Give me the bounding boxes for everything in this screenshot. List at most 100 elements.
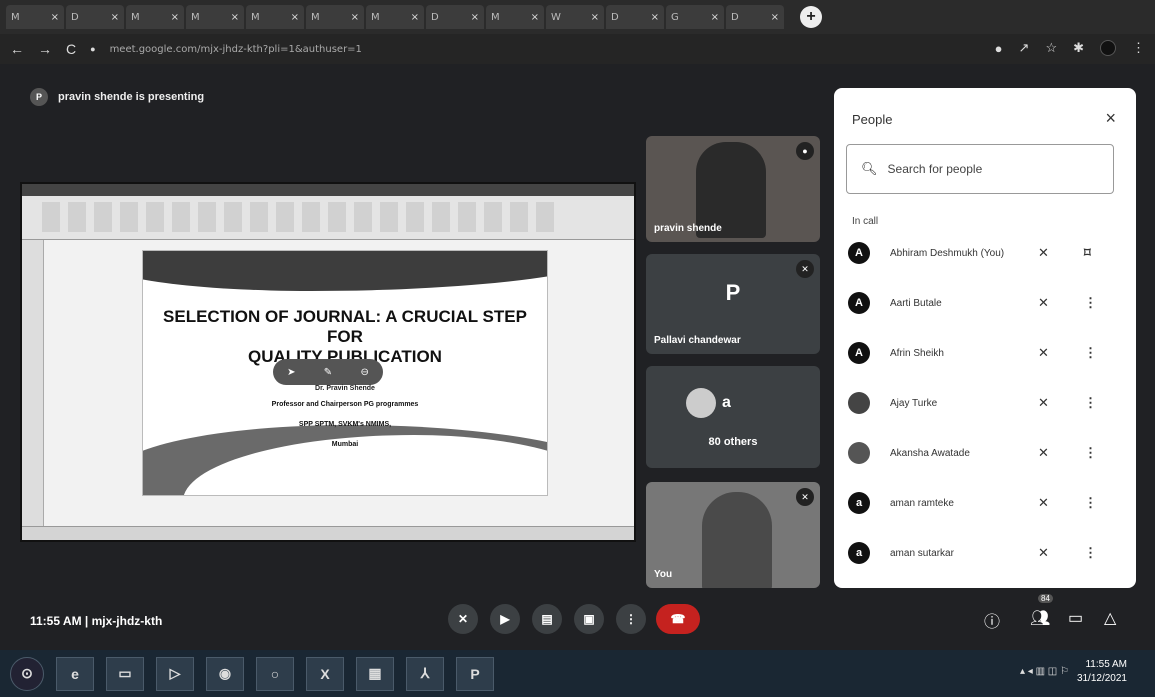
participant-row[interactable]: A Abhiram Deshmukh (You) ✕ ⌑: [848, 236, 1124, 270]
camera-toggle-button[interactable]: ▶: [490, 604, 520, 634]
more-options-icon[interactable]: ⋮: [1084, 545, 1097, 561]
menu-icon[interactable]: ⋮: [1132, 40, 1145, 56]
clock-date: 31/12/2021: [1076, 673, 1127, 684]
participant-row[interactable]: Akansha Awatade ✕ ⋮: [848, 436, 1124, 470]
participant-row[interactable]: a aman sutarkar ✕ ⋮: [848, 536, 1124, 570]
more-options-button[interactable]: ⋮: [616, 604, 646, 634]
participant-name: Afrin Sheikh: [890, 347, 944, 359]
close-tab-icon[interactable]: ×: [531, 12, 539, 23]
close-tab-icon[interactable]: ×: [51, 12, 59, 23]
excel-icon[interactable]: X: [306, 656, 344, 691]
chrome-icon[interactable]: ◉: [206, 656, 244, 691]
close-tab-icon[interactable]: ×: [711, 12, 719, 23]
activities-icon[interactable]: △: [1104, 608, 1116, 628]
more-options-icon[interactable]: ⋮: [1084, 295, 1097, 311]
leave-call-button[interactable]: ☎: [656, 604, 700, 634]
more-options-icon[interactable]: ⋮: [1084, 395, 1097, 411]
pointer-icon[interactable]: ➤: [287, 367, 295, 378]
browser-tab[interactable]: M ×: [186, 5, 244, 29]
close-tab-icon[interactable]: ×: [591, 12, 599, 23]
close-tab-icon[interactable]: ×: [171, 12, 179, 23]
info-icon[interactable]: ⓘ: [984, 608, 1000, 632]
self-label: You: [654, 569, 673, 580]
tab-label: D: [431, 11, 439, 23]
browser-tab[interactable]: M ×: [126, 5, 184, 29]
participant-row[interactable]: a aman ramteke ✕ ⋮: [848, 486, 1124, 520]
system-tray: ▴ ◂ ▥ ◫ ⚐: [1019, 666, 1069, 677]
browser-tab[interactable]: D ×: [66, 5, 124, 29]
mic-off-icon: ✕: [1038, 295, 1049, 310]
tab-label: M: [131, 11, 140, 23]
presenter-avatar: P: [30, 88, 48, 106]
browser-tab[interactable]: D ×: [426, 5, 484, 29]
present-button[interactable]: ▣: [574, 604, 604, 634]
tab-label: D: [611, 11, 619, 23]
participant-row[interactable]: A Afrin Sheikh ✕ ⋮: [848, 336, 1124, 370]
more-options-icon[interactable]: ⋮: [1084, 345, 1097, 361]
close-tab-icon[interactable]: ×: [291, 12, 299, 23]
close-tab-icon[interactable]: ×: [411, 12, 419, 23]
url-field[interactable]: meet.google.com/mjx-jhdz-kth?pli=1&authu…: [110, 44, 362, 55]
close-tab-icon[interactable]: ×: [651, 12, 659, 23]
participant-name: pravin shende: [654, 223, 722, 234]
browser-tab[interactable]: W ×: [546, 5, 604, 29]
people-search-input[interactable]: 🔍︎ Search for people: [846, 144, 1114, 194]
powerpoint-icon[interactable]: P: [456, 656, 494, 691]
participant-row[interactable]: Ajay Turke ✕ ⋮: [848, 386, 1124, 420]
stop-icon[interactable]: ⊖: [360, 367, 368, 378]
browser-tab[interactable]: M ×: [6, 5, 64, 29]
close-tab-icon[interactable]: ×: [771, 12, 779, 23]
share-icon[interactable]: ↗: [1019, 40, 1030, 56]
opera-icon[interactable]: ○: [256, 656, 294, 691]
people-icon[interactable]: 👥︎: [1030, 608, 1050, 628]
pen-icon[interactable]: ✎: [324, 367, 332, 378]
avatar: a: [848, 492, 870, 514]
slide-title-line1: SELECTION OF JOURNAL: A CRUCIAL STEP FOR: [163, 307, 527, 346]
close-panel-button[interactable]: ×: [1105, 108, 1116, 129]
acrobat-icon[interactable]: ⅄: [406, 656, 444, 691]
panel-title: People: [852, 112, 893, 127]
captions-button[interactable]: ▤: [532, 604, 562, 634]
participant-tile[interactable]: ● pravin shende: [646, 136, 820, 242]
slide-line-1: Professor and Chairperson PG programmes: [271, 401, 419, 408]
reload-button[interactable]: C: [66, 41, 76, 57]
browser-tab[interactable]: D ×: [606, 5, 664, 29]
browser-tab[interactable]: D ×: [726, 5, 784, 29]
more-options-icon[interactable]: ⋮: [1084, 445, 1097, 461]
close-tab-icon[interactable]: ×: [111, 12, 119, 23]
ie-icon[interactable]: e: [56, 656, 94, 691]
media-player-icon[interactable]: ▷: [156, 656, 194, 691]
close-tab-icon[interactable]: ×: [351, 12, 359, 23]
participant-tile[interactable]: ✕ P Pallavi chandewar: [646, 254, 820, 354]
more-options-icon[interactable]: ⋮: [1084, 495, 1097, 511]
avatar: A: [848, 292, 870, 314]
browser-tab[interactable]: G ×: [666, 5, 724, 29]
browser-tab[interactable]: M ×: [306, 5, 364, 29]
forward-button[interactable]: →: [38, 41, 52, 57]
meeting-info: 11:55 AM | mjx-jhdz-kth: [30, 614, 163, 628]
mic-toggle-button[interactable]: ✕: [448, 604, 478, 634]
browser-tab[interactable]: M ×: [486, 5, 544, 29]
self-tile[interactable]: ✕ You: [646, 482, 820, 588]
new-tab-button[interactable]: +: [800, 6, 822, 28]
file-explorer-icon[interactable]: ▭: [106, 656, 144, 691]
start-button[interactable]: ⊙: [10, 656, 44, 691]
remote-desktop-icon[interactable]: ▦: [356, 656, 394, 691]
back-button[interactable]: ←: [10, 41, 24, 57]
camera-icon[interactable]: ●: [995, 41, 1003, 56]
participant-row[interactable]: A Aarti Butale ✕ ⋮: [848, 286, 1124, 320]
pin-icon[interactable]: ⌑: [1084, 245, 1091, 261]
profile-avatar[interactable]: [1100, 40, 1116, 56]
close-tab-icon[interactable]: ×: [471, 12, 479, 23]
browser-tab[interactable]: M ×: [366, 5, 424, 29]
browser-tab[interactable]: M ×: [246, 5, 304, 29]
taskbar-clock[interactable]: 11:55 AM 31/12/2021: [1077, 658, 1127, 686]
star-icon[interactable]: ☆: [1045, 40, 1057, 56]
close-tab-icon[interactable]: ×: [231, 12, 239, 23]
participant-name: aman sutarkar: [890, 547, 954, 559]
avatar: A: [848, 242, 870, 264]
tab-label: M: [11, 11, 20, 23]
chat-icon[interactable]: ▭: [1068, 608, 1083, 628]
others-tile[interactable]: a 80 others: [646, 366, 820, 468]
extensions-icon[interactable]: ✱: [1073, 40, 1084, 56]
